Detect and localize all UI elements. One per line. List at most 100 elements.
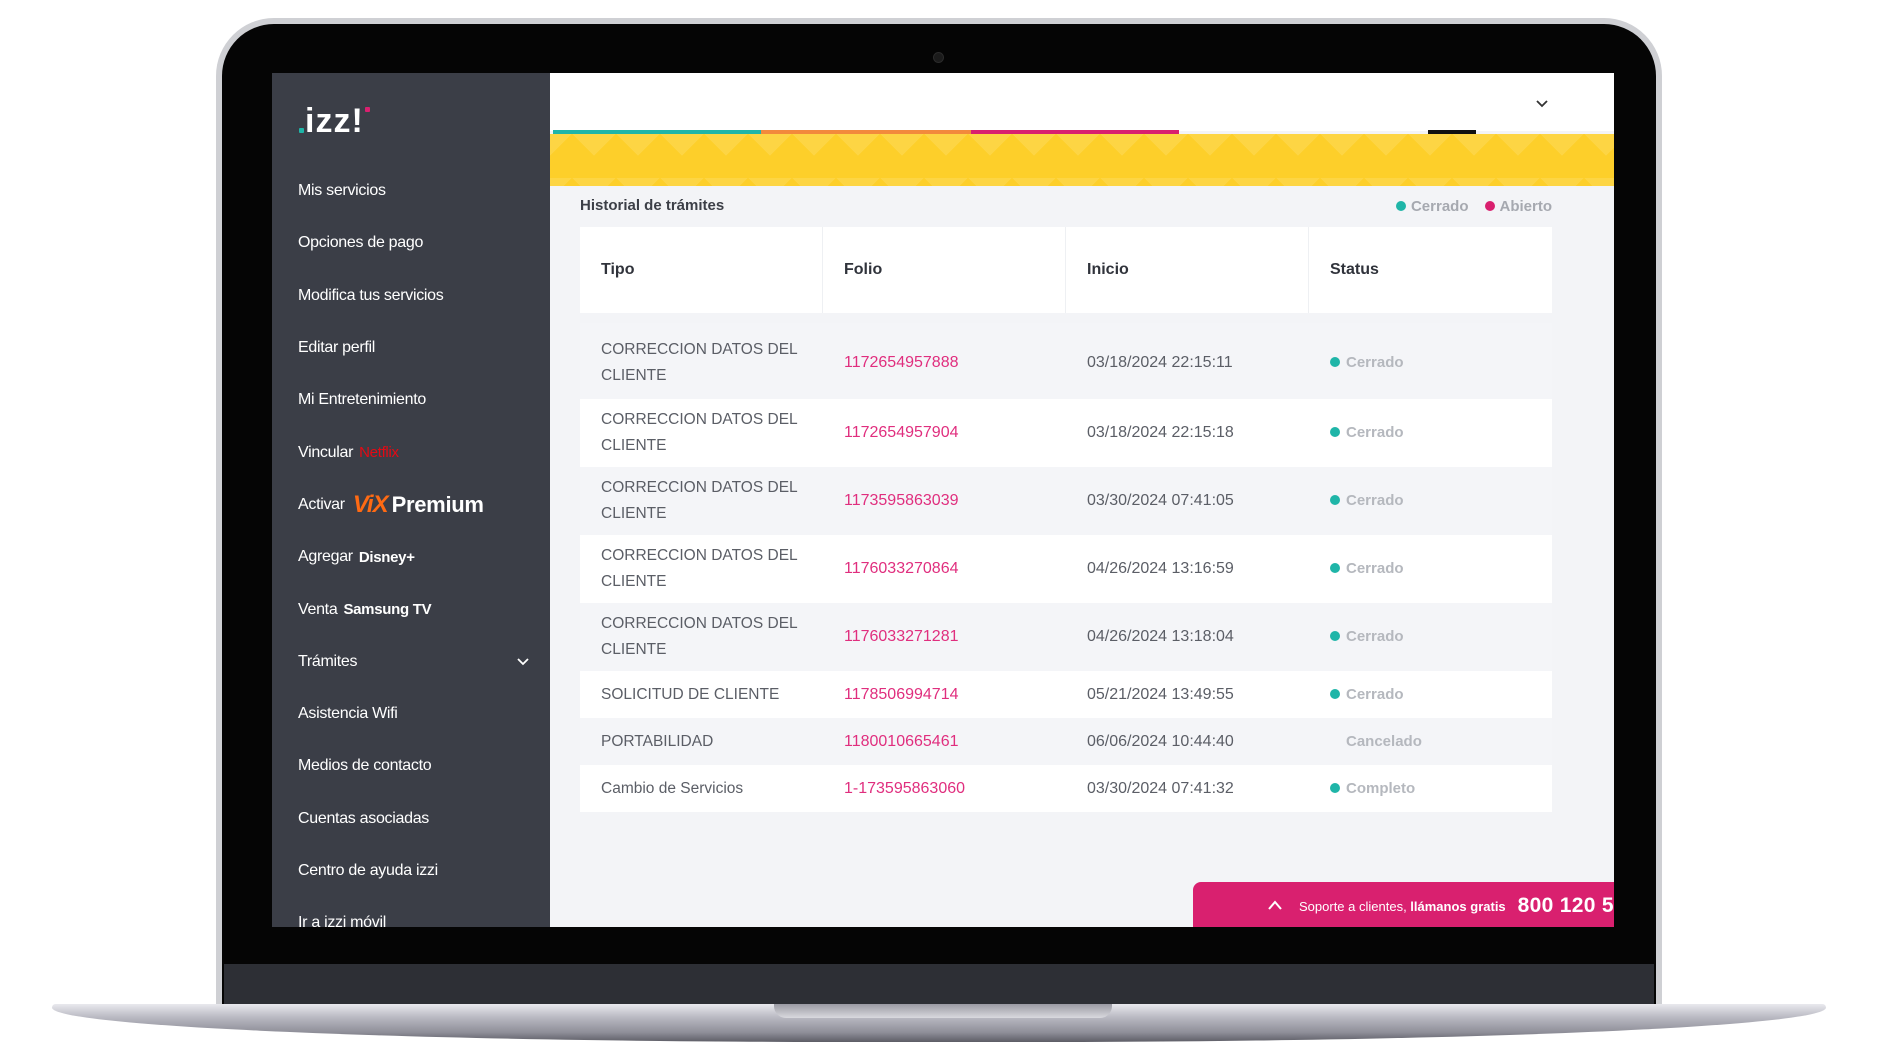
status-dot-icon — [1395, 201, 1406, 211]
sidebar-item-label: Modifica tus servicios — [298, 286, 444, 304]
status-label: Cancelado — [1346, 732, 1422, 750]
sidebar-item-activar-vix[interactable]: Activar ViX Premium — [272, 479, 550, 531]
cell-folio-link[interactable]: 1178506994714 — [823, 682, 1066, 708]
brand-logo-vix: ViX — [352, 490, 389, 518]
sidebar-item-mis-servicios[interactable]: Mis servicios — [272, 165, 550, 217]
cell-tipo: CORRECCION DATOS DEL CLIENTE — [601, 411, 798, 454]
account-dropdown-chevron-icon[interactable] — [1534, 95, 1550, 111]
history-table: Tipo Folio Inicio Status CORRECCION DATOS D… — [580, 227, 1552, 812]
support-text: Soporte a clientes, llámanos gratis — [1299, 899, 1506, 914]
status-label: Cerrado — [1346, 354, 1404, 371]
status-badge: Cancelado — [1309, 729, 1552, 755]
status-dot-icon — [1330, 563, 1340, 573]
status-dot-icon — [1484, 201, 1495, 211]
cell-tipo: Cambio de Servicios — [601, 779, 744, 797]
sidebar-item-mi-entretenimiento[interactable]: Mi Entretenimiento — [272, 374, 550, 426]
cell-folio-link[interactable]: 1172654957888 — [823, 350, 1066, 376]
table-row[interactable]: CORRECCION DATOS DEL CLIENTE 117603327128… — [580, 603, 1552, 671]
sidebar-item-tramites[interactable]: Trámites — [272, 636, 550, 688]
sidebar-item-label: Editar perfil — [298, 339, 376, 357]
sidebar-item-asistencia-wifi[interactable]: Asistencia Wifi — [272, 688, 550, 740]
sidebar-item-label: Centro de ayuda izzi — [298, 862, 438, 879]
cell-folio-link[interactable]: 1176033270864 — [823, 556, 1066, 582]
sidebar-item-vincular-netflix[interactable]: Vincular Netflix — [272, 426, 550, 478]
decorative-banner — [550, 134, 1614, 186]
sidebar-item-label: Trámites — [298, 652, 358, 670]
status-badge: Cerrado — [1309, 420, 1552, 446]
column-header-status[interactable]: Status — [1309, 227, 1552, 313]
status-label: Completo — [1346, 779, 1416, 797]
brand-logo-disney: Disney+ — [358, 548, 415, 566]
cell-tipo: CORRECCION DATOS DEL CLIENTE — [601, 479, 798, 522]
cell-folio-link[interactable]: 1-173595863060 — [823, 776, 1066, 802]
sidebar-item-label: Cuentas asociadas — [298, 809, 429, 827]
table-row[interactable]: CORRECCION DATOS DEL CLIENTE 117265495790… — [580, 399, 1552, 467]
status-dot-icon — [1330, 688, 1340, 699]
sidebar-item-label: Mis servicios — [298, 182, 386, 200]
sidebar-item-modifica-tus-servicios[interactable]: Modifica tus servicios — [272, 270, 550, 322]
status-dot-icon — [1330, 495, 1340, 505]
status-dot-icon — [1330, 427, 1340, 437]
column-header-inicio[interactable]: Inicio — [1066, 227, 1309, 313]
main-content: Historial de trámites Cerrado Abierto Tip… — [550, 73, 1614, 927]
cell-inicio: 05/21/2024 13:49:55 — [1087, 685, 1234, 703]
sidebar-item-ir-a-izzi-movil[interactable]: Ir a izzi móvil — [272, 897, 550, 927]
cell-tipo: CORRECCION DATOS DEL CLIENTE — [601, 341, 798, 384]
status-badge: Cerrado — [1309, 556, 1552, 582]
table-row[interactable]: CORRECCION DATOS DEL CLIENTE 117603327086… — [580, 535, 1552, 603]
sidebar: izz! Mis servicios Opciones de pago Modifi… — [272, 73, 550, 927]
status-dot-icon — [1330, 631, 1340, 641]
sidebar-item-medios-de-contacto[interactable]: Medios de contacto — [272, 740, 550, 792]
cell-folio-link[interactable]: 1180010665461 — [823, 729, 1066, 755]
brand-logo-premium: Premium — [391, 491, 484, 517]
support-phone[interactable]: 800 120 5000 — [1518, 894, 1614, 918]
status-label: Cerrado — [1346, 492, 1404, 509]
table-row[interactable]: Cambio de Servicios 1-173595863060 03/30/2… — [580, 765, 1552, 812]
cell-tipo: SOLICITUD DE CLIENTE — [601, 685, 780, 703]
chevron-down-icon[interactable] — [516, 655, 530, 669]
support-bar[interactable]: Soporte a clientes, llámanos gratis 800 … — [1193, 882, 1614, 927]
laptop-hinge-notch — [774, 1004, 1112, 1018]
sidebar-item-label: Activar — [298, 495, 345, 513]
sidebar-item-label: Asistencia Wifi — [298, 705, 398, 723]
status-badge: Cerrado — [1309, 488, 1552, 514]
sidebar-item-centro-de-ayuda[interactable]: Centro de ayuda izzi — [272, 845, 550, 897]
cell-inicio: 03/18/2024 22:15:11 — [1087, 354, 1233, 371]
legend-item: Cerrado — [1395, 198, 1469, 215]
legend-label: Abierto — [1499, 198, 1553, 215]
status-label: Cerrado — [1346, 628, 1404, 645]
status-dot-icon — [1330, 782, 1340, 793]
cell-folio-link[interactable]: 1173595863039 — [823, 488, 1066, 514]
status-label: Cerrado — [1346, 560, 1404, 577]
table-row[interactable]: SOLICITUD DE CLIENTE 1178506994714 05/21/2… — [580, 671, 1552, 718]
sidebar-item-label: Medios de contacto — [298, 757, 432, 775]
brand-logo-samsungtv: Samsung TV — [343, 601, 432, 619]
cell-folio-link[interactable]: 1176033271281 — [823, 624, 1066, 650]
laptop-chin — [224, 964, 1654, 1006]
table-row[interactable]: CORRECCION DATOS DEL CLIENTE 117359586303… — [580, 467, 1552, 535]
cell-inicio: 06/06/2024 10:44:40 — [1087, 732, 1234, 750]
izzi-logo[interactable]: izz! — [298, 101, 371, 141]
sidebar-item-agregar-disney[interactable]: Agregar Disney+ — [272, 531, 550, 583]
status-legend: Cerrado Abierto — [1395, 198, 1553, 215]
sidebar-item-opciones-de-pago[interactable]: Opciones de pago — [272, 217, 550, 269]
sidebar-item-editar-perfil[interactable]: Editar perfil — [272, 322, 550, 374]
support-text-regular: Soporte a clientes, — [1299, 898, 1411, 914]
table-row[interactable]: PORTABILIDAD 1180010665461 06/06/2024 10:4… — [580, 718, 1552, 765]
column-header-tipo[interactable]: Tipo — [580, 227, 823, 313]
cell-inicio: 04/26/2024 13:16:59 — [1087, 560, 1234, 577]
brand-logo-netflix: Netflix — [359, 444, 399, 462]
cell-tipo: PORTABILIDAD — [601, 732, 714, 750]
top-bar — [550, 73, 1614, 131]
cell-inicio: 03/30/2024 07:41:32 — [1087, 779, 1234, 797]
sidebar-item-venta-samsung[interactable]: Venta Samsung TV — [272, 583, 550, 635]
sidebar-item-cuentas-asociadas[interactable]: Cuentas asociadas — [272, 793, 550, 845]
logo-dot-icon — [364, 107, 370, 112]
cell-folio-link[interactable]: 1172654957904 — [823, 420, 1066, 446]
sidebar-nav: Mis servicios Opciones de pago Modifica tu… — [272, 165, 550, 927]
chevron-up-icon[interactable] — [1267, 899, 1283, 911]
cell-inicio: 04/26/2024 13:18:04 — [1087, 628, 1234, 645]
column-header-folio[interactable]: Folio — [823, 227, 1066, 313]
cell-tipo: CORRECCION DATOS DEL CLIENTE — [601, 615, 798, 658]
table-row[interactable]: CORRECCION DATOS DEL CLIENTE 117265495788… — [580, 323, 1552, 399]
